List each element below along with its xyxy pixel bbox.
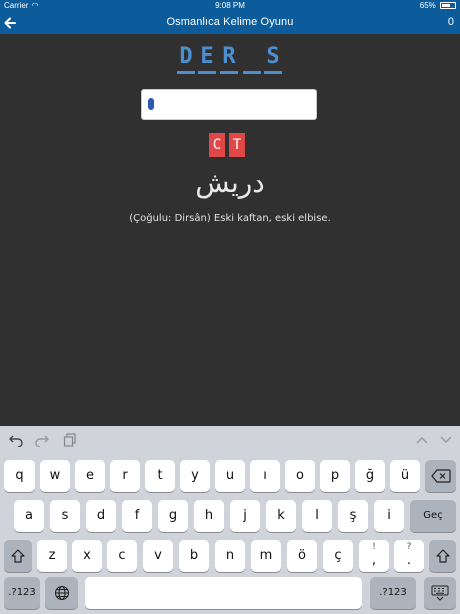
key-j[interactable]: j bbox=[230, 500, 260, 532]
score-label: 0 bbox=[447, 16, 454, 28]
key-c[interactable]: c bbox=[107, 540, 137, 572]
key-n[interactable]: n bbox=[215, 540, 245, 572]
letter-slot: E bbox=[198, 42, 216, 74]
key-y[interactable]: y bbox=[180, 460, 210, 492]
navigation-bar: Osmanlıca Kelime Oyunu 0 bbox=[0, 12, 460, 34]
key-comma[interactable]: ! , bbox=[359, 540, 389, 572]
battery-indicator: 65% bbox=[420, 1, 456, 10]
keyboard-hide-icon bbox=[431, 585, 449, 601]
space-bar[interactable] bbox=[85, 577, 362, 609]
battery-icon bbox=[440, 2, 456, 9]
key-k[interactable]: k bbox=[266, 500, 296, 532]
delete-icon bbox=[430, 469, 451, 483]
status-bar: Carrier ◠ 9:08 PM 65% bbox=[0, 0, 460, 12]
keyboard-toolbar bbox=[0, 426, 460, 456]
numbers-button-right[interactable]: .?123 bbox=[370, 577, 416, 609]
key-l[interactable]: l bbox=[302, 500, 332, 532]
word-slots: D E R S bbox=[0, 42, 460, 76]
letter-slot: R bbox=[220, 42, 238, 74]
key-a[interactable]: a bbox=[14, 500, 44, 532]
key-z[interactable]: z bbox=[37, 540, 67, 572]
delete-button[interactable] bbox=[425, 460, 456, 492]
battery-fill bbox=[442, 4, 450, 7]
status-time: 9:08 PM bbox=[215, 1, 245, 10]
shift-icon bbox=[435, 549, 450, 563]
key-u[interactable]: u bbox=[215, 460, 245, 492]
key-x[interactable]: x bbox=[72, 540, 102, 572]
key-h[interactable]: h bbox=[194, 500, 224, 532]
hint-letter[interactable]: T bbox=[229, 133, 245, 157]
arabic-word: دریش bbox=[195, 166, 265, 199]
key-v[interactable]: v bbox=[143, 540, 173, 572]
key-f[interactable]: f bbox=[122, 500, 152, 532]
numbers-button[interactable]: .?123 bbox=[4, 577, 40, 609]
key-g[interactable]: g bbox=[158, 500, 188, 532]
key-alt-label: ! bbox=[372, 542, 376, 552]
key-w[interactable]: w bbox=[40, 460, 70, 492]
key-o[interactable]: o bbox=[285, 460, 315, 492]
answer-input[interactable] bbox=[141, 89, 317, 120]
key-b[interactable]: b bbox=[179, 540, 209, 572]
globe-button[interactable] bbox=[45, 577, 78, 609]
globe-icon bbox=[54, 585, 69, 601]
key-main-label: . bbox=[406, 553, 412, 568]
key-c-cedilla[interactable]: ç bbox=[323, 540, 353, 572]
chevron-down-icon[interactable] bbox=[438, 433, 454, 449]
keyboard: q w e r t y u ı o p ğ ü a s d f g h j k … bbox=[0, 426, 460, 614]
redo-icon[interactable] bbox=[34, 433, 50, 449]
paste-icon[interactable] bbox=[62, 433, 78, 449]
hide-keyboard-button[interactable] bbox=[424, 577, 456, 609]
key-alt-label: ? bbox=[406, 542, 412, 552]
chevron-up-icon[interactable] bbox=[414, 433, 430, 449]
key-g-breve[interactable]: ğ bbox=[355, 460, 385, 492]
key-p[interactable]: p bbox=[320, 460, 350, 492]
key-r[interactable]: r bbox=[110, 460, 140, 492]
shift-button-right[interactable] bbox=[429, 540, 456, 572]
text-cursor bbox=[148, 98, 154, 110]
key-e[interactable]: e bbox=[75, 460, 105, 492]
letter-slot: D bbox=[177, 42, 195, 74]
key-q[interactable]: q bbox=[4, 460, 35, 492]
page-title: Osmanlıca Kelime Oyunu bbox=[166, 16, 294, 28]
word-meaning: (Çoğulu: Dirsân) Eski kaftan, eski elbis… bbox=[129, 213, 331, 224]
key-t[interactable]: t bbox=[145, 460, 175, 492]
return-button[interactable]: Geç bbox=[410, 500, 456, 532]
key-o-umlaut[interactable]: ö bbox=[287, 540, 317, 572]
key-i[interactable]: i bbox=[374, 500, 404, 532]
key-s[interactable]: s bbox=[50, 500, 80, 532]
key-d[interactable]: d bbox=[86, 500, 116, 532]
letter-slot: S bbox=[264, 42, 282, 74]
key-m[interactable]: m bbox=[251, 540, 281, 572]
hint-letter[interactable]: C bbox=[209, 133, 225, 157]
key-main-label: , bbox=[371, 553, 377, 568]
key-period[interactable]: ? . bbox=[394, 540, 424, 572]
shift-icon bbox=[11, 549, 25, 563]
key-dotless-i[interactable]: ı bbox=[250, 460, 280, 492]
key-s-cedilla[interactable]: ş bbox=[338, 500, 368, 532]
battery-percent: 65% bbox=[419, 1, 436, 10]
shift-button[interactable] bbox=[4, 540, 32, 572]
letter-slot bbox=[243, 42, 261, 74]
undo-icon[interactable] bbox=[8, 433, 24, 449]
key-u-umlaut[interactable]: ü bbox=[390, 460, 420, 492]
